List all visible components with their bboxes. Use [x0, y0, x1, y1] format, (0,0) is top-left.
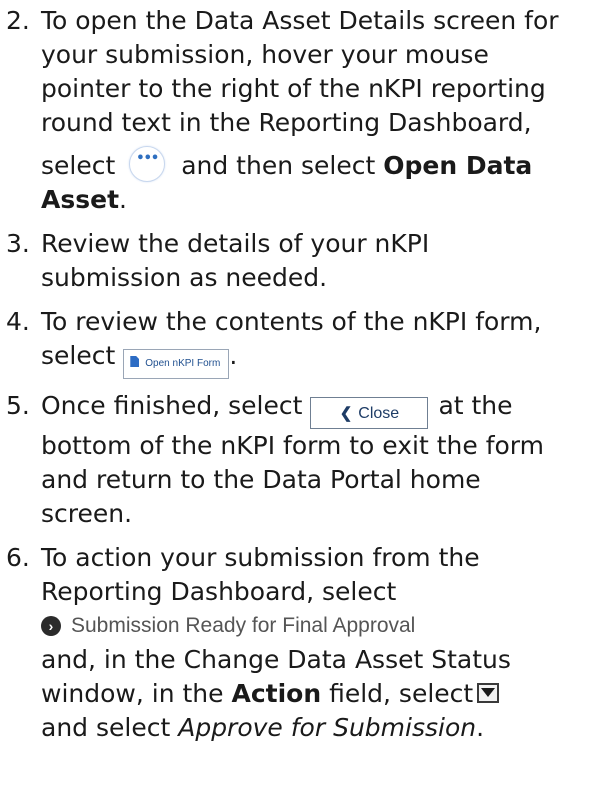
step-number: 5.	[6, 391, 30, 420]
step-text-line: Reporting Dashboard, select	[41, 577, 397, 606]
step-text-line: window, in the Action field, select	[41, 677, 596, 711]
step-text-line: Asset.	[41, 183, 596, 217]
step-text-line: bottom of the nKPI form to exit the form	[41, 431, 544, 460]
step-text-line: and select Approve for Submission.	[41, 711, 596, 745]
steps-list: 2. To open the Data Asset Details screen…	[0, 4, 596, 745]
step-number: 2.	[6, 6, 30, 35]
approve-for-submission-option: Approve for Submission	[178, 713, 477, 742]
field-select-text: field, select	[329, 679, 474, 708]
once-finished-text: Once finished, select	[41, 391, 303, 420]
step-text-line: To action your submission from the	[41, 543, 480, 572]
step-text-line: your submission, hover your mouse	[41, 40, 489, 69]
punctuation: .	[119, 185, 127, 214]
step-text-line: Once finished, select ❮ Close at the	[41, 389, 596, 429]
step-4: 4. To review the contents of the nKPI fo…	[0, 305, 596, 379]
close-button[interactable]: ❮ Close	[310, 397, 429, 429]
step-5: 5. Once finished, select ❮ Close at the bot…	[0, 389, 596, 531]
step-3: 3. Review the details of your nKPI submi…	[0, 227, 596, 295]
more-options-button[interactable]: •••	[129, 146, 166, 182]
action-field-label: Action	[231, 679, 322, 708]
step-number: 3.	[6, 229, 30, 258]
dropdown-arrow-icon[interactable]	[477, 683, 500, 703]
close-label: Close	[358, 405, 400, 422]
document-icon	[130, 356, 140, 367]
step-text-line: pointer to the right of the nKPI reporti…	[41, 74, 546, 103]
after-button-text: at the	[438, 391, 513, 420]
step-text-line: To review the contents of the nKPI form,	[41, 307, 542, 336]
select-text: select	[41, 151, 116, 180]
select-text: select	[41, 341, 116, 370]
open-nkpi-form-button[interactable]: Open nKPI Form	[123, 349, 230, 379]
step-number: 4.	[6, 307, 30, 336]
step-text-line: submission as needed.	[41, 263, 328, 292]
window-text: window, in the	[41, 679, 224, 708]
punctuation: .	[476, 713, 485, 742]
step-text-line: select ••• and then select Open Data	[41, 146, 596, 183]
open-nkpi-form-label: Open nKPI Form	[145, 358, 221, 369]
step-text-line: Review the details of your nKPI	[41, 229, 430, 258]
step-text-line: round text in the Reporting Dashboard,	[41, 108, 532, 137]
after-ellipsis-text: and then select	[181, 151, 376, 180]
step-text-line: select Open nKPI Form.	[41, 339, 596, 379]
step-number: 6.	[6, 543, 30, 572]
instruction-document: 2. To open the Data Asset Details screen…	[0, 4, 596, 755]
submission-ready-link[interactable]: › Submission Ready for Final Approval	[41, 609, 596, 643]
and-select-text: and select	[41, 713, 171, 742]
step-text-line: and return to the Data Portal home	[41, 465, 481, 494]
step-2: 2. To open the Data Asset Details screen…	[0, 4, 596, 217]
step-text-line: To open the Data Asset Details screen fo…	[41, 6, 559, 35]
submission-ready-label: Submission Ready for Final Approval	[71, 614, 416, 637]
step-text-line: and, in the Change Data Asset Status	[41, 645, 511, 674]
open-data-asset-label-cont: Asset	[41, 185, 120, 214]
chevron-left-icon: ❮	[339, 405, 353, 422]
step-text-line: screen.	[41, 499, 133, 528]
ellipsis-icon: •••	[136, 151, 159, 166]
step-6: 6. To action your submission from the Re…	[0, 541, 596, 745]
punctuation: .	[229, 341, 238, 370]
chevron-circle-right-icon: ›	[41, 616, 61, 636]
open-data-asset-label: Open Data	[383, 151, 533, 180]
